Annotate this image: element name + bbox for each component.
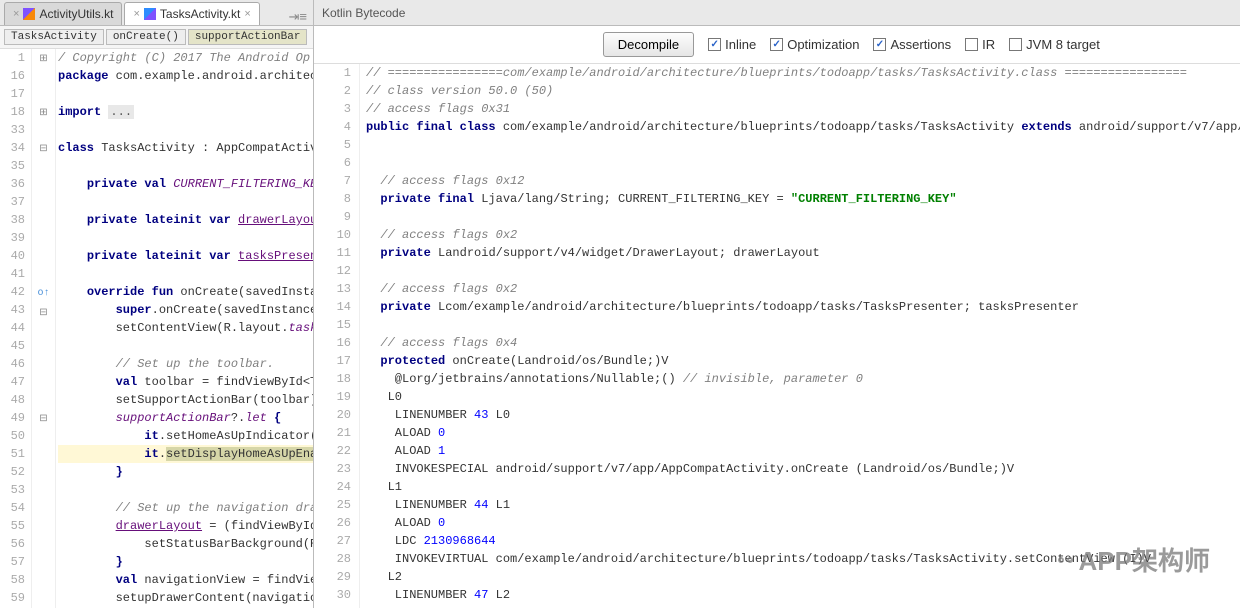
checkbox-inline[interactable]: ✓Inline: [708, 37, 756, 52]
tab-label: TasksActivity.kt: [160, 7, 240, 21]
tab-label: ActivityUtils.kt: [39, 7, 113, 21]
bytecode-pane: Kotlin Bytecode Decompile ✓Inline ✓Optim…: [314, 0, 1240, 608]
tab-tasksactivity[interactable]: × TasksActivity.kt ×: [124, 2, 259, 25]
close-icon[interactable]: ×: [244, 8, 250, 20]
code-area[interactable]: // ================com/example/android/a…: [360, 64, 1240, 608]
bytecode-toolbar: Decompile ✓Inline ✓Optimization ✓Asserti…: [314, 26, 1240, 64]
kotlin-class-icon: [144, 8, 156, 20]
checkbox-ir[interactable]: IR: [965, 37, 995, 52]
kotlin-editor[interactable]: 1161718333435363738394041424344454647484…: [0, 49, 313, 608]
crumb-class[interactable]: TasksActivity: [4, 29, 104, 45]
left-editor-pane: × ActivityUtils.kt × TasksActivity.kt × …: [0, 0, 314, 608]
close-icon[interactable]: ×: [13, 8, 19, 20]
crumb-property[interactable]: supportActionBar: [188, 29, 308, 45]
line-numbers: 1234567891011121314151617181920212223242…: [314, 64, 360, 608]
tab-activityutils[interactable]: × ActivityUtils.kt: [4, 2, 122, 25]
code-area[interactable]: / Copyright (C) 2017 The Android Oppacka…: [56, 49, 313, 608]
editor-tabs: × ActivityUtils.kt × TasksActivity.kt × …: [0, 0, 313, 26]
bytecode-editor[interactable]: 1234567891011121314151617181920212223242…: [314, 64, 1240, 608]
marker-column: ⊞⊞⊟o↑⊟⊟: [32, 49, 56, 608]
line-numbers: 1161718333435363738394041424344454647484…: [0, 49, 32, 608]
checkbox-jvm8[interactable]: JVM 8 target: [1009, 37, 1100, 52]
checkbox-assertions[interactable]: ✓Assertions: [873, 37, 951, 52]
crumb-method[interactable]: onCreate(): [106, 29, 186, 45]
pin-tab-icon[interactable]: ⇥≡: [283, 9, 313, 25]
checkbox-optimization[interactable]: ✓Optimization: [770, 37, 859, 52]
panel-title: Kotlin Bytecode: [314, 0, 1240, 26]
watermark: APP架构师: [1058, 541, 1210, 578]
kotlin-file-icon: [23, 8, 35, 20]
decompile-button[interactable]: Decompile: [603, 32, 694, 57]
breadcrumb: TasksActivity onCreate() supportActionBa…: [0, 26, 313, 49]
close-icon[interactable]: ×: [133, 8, 139, 20]
